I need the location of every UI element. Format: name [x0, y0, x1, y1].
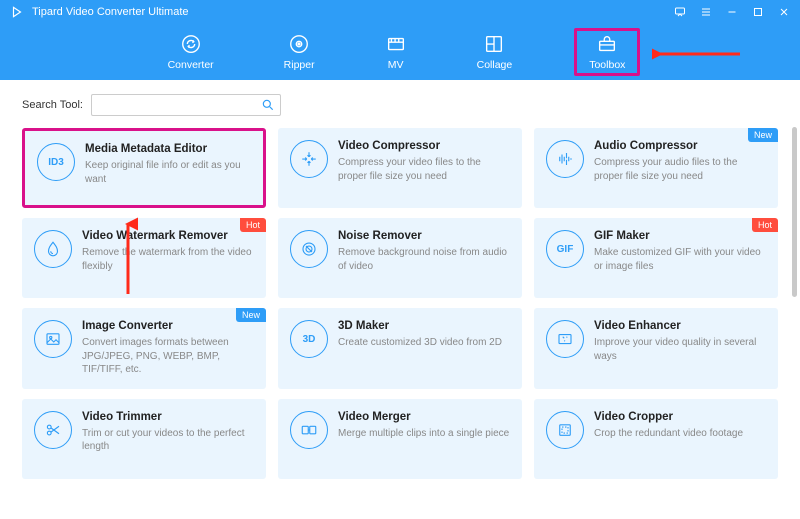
- search-label: Search Tool:: [22, 99, 83, 111]
- tool-card-video-merger[interactable]: Video Merger Merge multiple clips into a …: [278, 399, 522, 479]
- trim-icon: [34, 411, 72, 449]
- tab-ripper[interactable]: Ripper: [276, 29, 323, 75]
- merge-icon: [290, 411, 328, 449]
- tools-grid: ID3 Media Metadata Editor Keep original fi…: [22, 128, 778, 479]
- tab-label: Toolbox: [589, 59, 625, 71]
- crop-icon: [546, 411, 584, 449]
- mv-icon: [385, 33, 407, 55]
- tool-desc: Convert images formats between JPG/JPEG,…: [82, 336, 256, 377]
- tool-card-video-cropper[interactable]: Video Cropper Crop the redundant video fo…: [534, 399, 778, 479]
- search-icon[interactable]: [261, 98, 275, 112]
- tab-label: MV: [388, 59, 404, 71]
- tool-desc: Remove background noise from audio of vi…: [338, 246, 512, 273]
- menu-icon[interactable]: [700, 6, 712, 18]
- 3D-icon: 3D: [290, 320, 328, 358]
- window-controls: [674, 6, 790, 18]
- image-icon: [34, 320, 72, 358]
- new-badge: New: [748, 128, 778, 142]
- tool-card-media-metadata-editor[interactable]: ID3 Media Metadata Editor Keep original fi…: [22, 128, 266, 208]
- tool-desc: Make customized GIF with your video or i…: [594, 246, 768, 273]
- tab-converter[interactable]: Converter: [160, 29, 222, 75]
- main-tabs: Converter Ripper MV Collage Toolbox: [0, 24, 800, 80]
- hot-badge: Hot: [240, 218, 266, 232]
- tab-toolbox[interactable]: Toolbox: [574, 28, 640, 76]
- tab-label: Converter: [168, 59, 214, 71]
- minimize-icon[interactable]: [726, 6, 738, 18]
- tool-title: Video Enhancer: [594, 320, 768, 332]
- tool-title: Video Compressor: [338, 140, 512, 152]
- tab-label: Collage: [477, 59, 513, 71]
- tool-card-video-enhancer[interactable]: Video Enhancer Improve your video quality…: [534, 308, 778, 389]
- tool-title: Audio Compressor: [594, 140, 768, 152]
- tool-desc: Trim or cut your videos to the perfect l…: [82, 427, 256, 454]
- tool-title: Video Cropper: [594, 411, 768, 423]
- tool-card-noise-remover[interactable]: Noise Remover Remove background noise fro…: [278, 218, 522, 298]
- enhance-icon: [546, 320, 584, 358]
- watermark-icon: [34, 230, 72, 268]
- tool-title: 3D Maker: [338, 320, 512, 332]
- tool-title: Video Trimmer: [82, 411, 256, 423]
- tab-collage[interactable]: Collage: [469, 29, 521, 75]
- content-area: Search Tool: ID3 Media Metadata Editor Kee…: [0, 80, 800, 519]
- tab-label: Ripper: [284, 59, 315, 71]
- tool-title: Noise Remover: [338, 230, 512, 242]
- tool-title: Image Converter: [82, 320, 256, 332]
- toolbox-icon: [596, 33, 618, 55]
- tool-title: Video Watermark Remover: [82, 230, 256, 242]
- tool-desc: Compress your audio files to the proper …: [594, 156, 768, 183]
- tool-card-video-compressor[interactable]: Video Compressor Compress your video file…: [278, 128, 522, 208]
- tool-card-3d-maker[interactable]: 3D 3D Maker Create customized 3D video fro…: [278, 308, 522, 389]
- close-icon[interactable]: [778, 6, 790, 18]
- collage-icon: [483, 33, 505, 55]
- tool-desc: Remove the watermark from the video flex…: [82, 246, 256, 273]
- tool-title: GIF Maker: [594, 230, 768, 242]
- tool-desc: Crop the redundant video footage: [594, 427, 768, 441]
- hot-badge: Hot: [752, 218, 778, 232]
- scrollbar-thumb[interactable]: [792, 127, 797, 297]
- tool-card-video-trimmer[interactable]: Video Trimmer Trim or cut your videos to …: [22, 399, 266, 479]
- ID3-icon: ID3: [37, 143, 75, 181]
- GIF-icon: GIF: [546, 230, 584, 268]
- tool-desc: Improve your video quality in several wa…: [594, 336, 768, 363]
- tab-mv[interactable]: MV: [377, 29, 415, 75]
- ripper-icon: [288, 33, 310, 55]
- tool-desc: Keep original file info or edit as you w…: [85, 159, 253, 186]
- tool-title: Media Metadata Editor: [85, 143, 253, 155]
- tool-card-image-converter[interactable]: Image Converter Convert images formats be…: [22, 308, 266, 389]
- tool-desc: Merge multiple clips into a single piece: [338, 427, 512, 441]
- audio-compress-icon: [546, 140, 584, 178]
- app-logo-icon: [10, 5, 24, 19]
- search-row: Search Tool:: [22, 94, 778, 116]
- tool-card-audio-compressor[interactable]: Audio Compressor Compress your audio file…: [534, 128, 778, 208]
- tool-desc: Create customized 3D video from 2D: [338, 336, 512, 350]
- tool-card-video-watermark-remover[interactable]: Video Watermark Remover Remove the waterm…: [22, 218, 266, 298]
- app-title: Tipard Video Converter Ultimate: [32, 6, 674, 18]
- search-input[interactable]: [91, 94, 281, 116]
- tool-desc: Compress your video files to the proper …: [338, 156, 512, 183]
- compress-icon: [290, 140, 328, 178]
- noise-icon: [290, 230, 328, 268]
- feedback-icon[interactable]: [674, 6, 686, 18]
- tool-card-gif-maker[interactable]: GIF GIF Maker Make customized GIF with you…: [534, 218, 778, 298]
- maximize-icon[interactable]: [752, 6, 764, 18]
- search-box: [91, 94, 281, 116]
- converter-icon: [180, 33, 202, 55]
- tool-title: Video Merger: [338, 411, 512, 423]
- new-badge: New: [236, 308, 266, 322]
- titlebar: Tipard Video Converter Ultimate: [0, 0, 800, 24]
